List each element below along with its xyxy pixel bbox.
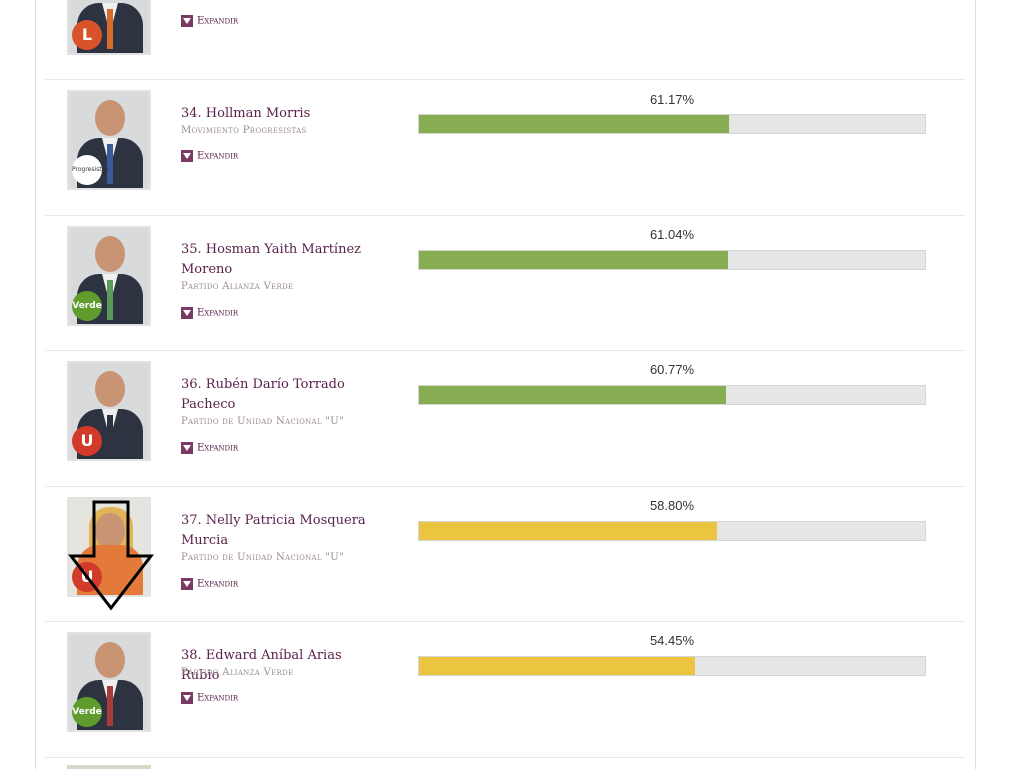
- vote-bar-track: [418, 385, 926, 405]
- candidate-photo: U: [67, 361, 151, 461]
- vote-percentage: 60.77%: [649, 362, 695, 377]
- expand-button[interactable]: Expandir: [181, 307, 238, 321]
- candidate-photo: Verde: [67, 632, 151, 732]
- candidate-party: Partido de Unidad Nacional "U": [181, 552, 344, 563]
- candidate-name[interactable]: 35. Hosman Yaith Martínez Moreno: [181, 240, 371, 280]
- expand-label: Expandir: [197, 150, 239, 162]
- vote-bar-fill: [419, 251, 728, 269]
- vote-percentage: 61.04%: [649, 227, 695, 242]
- candidate-party: Partido Alianza Verde: [181, 281, 294, 292]
- vote-bar-fill: [419, 115, 729, 133]
- vote-bar-fill: [419, 522, 717, 540]
- vote-percentage: 54.45%: [649, 633, 695, 648]
- party-logo-icon: L: [72, 20, 102, 50]
- candidate-row: Verde 38. Edward Aníbal Arias Rubio Part…: [0, 622, 1024, 757]
- expand-button[interactable]: Expandir: [181, 442, 238, 456]
- candidate-row: Progresistas 34. Hollman Morris Movimien…: [0, 80, 1024, 215]
- expand-label: Expandir: [197, 307, 239, 319]
- party-logo-icon: Progresistas: [72, 155, 108, 185]
- candidate-name[interactable]: 37. Nelly Patricia Mosquera Murcia: [181, 511, 371, 551]
- candidate-row: Verde 35. Hosman Yaith Martínez Moreno P…: [0, 216, 1024, 351]
- expand-button[interactable]: Expandir: [181, 15, 238, 29]
- vote-bar-track: [418, 521, 926, 541]
- arrow-down-icon: [68, 500, 154, 611]
- candidate-name[interactable]: 36. Rubén Darío Torrado Pacheco: [181, 375, 371, 415]
- vote-bar-track: [418, 250, 926, 270]
- candidate-party: Partido de Unidad Nacional "U": [181, 416, 344, 427]
- vote-bar-fill: [419, 386, 727, 404]
- candidate-photo: Progresistas: [67, 90, 151, 190]
- candidate-row: U 36. Rubén Darío Torrado Pacheco Partid…: [0, 351, 1024, 486]
- chevron-down-icon: [181, 150, 193, 162]
- chevron-down-icon: [181, 692, 193, 704]
- candidate-row-partial: L Expandir: [0, 0, 1024, 80]
- party-logo-icon: Verde: [72, 697, 102, 727]
- vote-percentage: 58.80%: [649, 498, 695, 513]
- expand-button[interactable]: Expandir: [181, 578, 238, 592]
- row-divider: [45, 757, 965, 758]
- chevron-down-icon: [181, 442, 193, 454]
- candidate-photo: L: [67, 0, 151, 55]
- expand-button[interactable]: Expandir: [181, 150, 238, 164]
- expand-label: Expandir: [197, 578, 239, 590]
- candidate-photo-partial: [67, 765, 151, 769]
- candidate-name[interactable]: 34. Hollman Morris: [181, 104, 371, 124]
- expand-label: Expandir: [197, 15, 239, 27]
- candidate-name[interactable]: 38. Edward Aníbal Arias Rubio: [181, 646, 371, 686]
- candidate-party: Partido Alianza Verde: [181, 667, 294, 678]
- expand-label: Expandir: [197, 692, 239, 704]
- party-logo-icon: U: [72, 426, 102, 456]
- vote-bar-track: [418, 656, 926, 676]
- chevron-down-icon: [181, 578, 193, 590]
- candidate-photo: Verde: [67, 226, 151, 326]
- chevron-down-icon: [181, 307, 193, 319]
- vote-percentage: 61.17%: [649, 92, 695, 107]
- expand-label: Expandir: [197, 442, 239, 454]
- vote-bar-fill: [419, 657, 695, 675]
- expand-button[interactable]: Expandir: [181, 692, 238, 706]
- chevron-down-icon: [181, 15, 193, 27]
- vote-bar-track: [418, 114, 926, 134]
- party-logo-icon: Verde: [72, 291, 102, 321]
- candidate-party: Movimiento Progresistas: [181, 125, 307, 136]
